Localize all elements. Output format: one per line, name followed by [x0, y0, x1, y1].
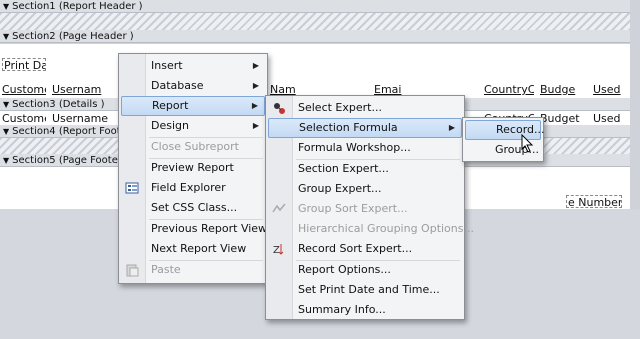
menu-item-label: Group Expert...: [298, 182, 382, 195]
menu-item-label: Select Expert...: [298, 101, 382, 114]
section1-label: Section1 (Report Header ): [12, 1, 143, 12]
menu-item-field-explorer[interactable]: Field Explorer: [121, 178, 265, 198]
menu-item-label: Hierarchical Grouping Options...: [298, 222, 474, 235]
username-header-field[interactable]: Usernam: [52, 83, 102, 96]
menu-item-label: Design: [151, 119, 189, 132]
submenu-arrow-icon: ▶: [252, 121, 259, 130]
menu-item-label: Close Subreport: [151, 140, 239, 153]
group-sort-icon: [272, 202, 286, 216]
menu-item-report[interactable]: Report ▶: [121, 96, 265, 116]
menu-item-design[interactable]: Design ▶: [121, 116, 265, 136]
section4-label: Section4 (Report Footer: [12, 126, 131, 137]
menu-item-formula-workshop[interactable]: Formula Workshop...: [268, 138, 462, 158]
record-sort-icon: Z: [272, 242, 286, 256]
used-detail-field[interactable]: Used: [593, 112, 623, 125]
menu-item-label: Next Report View: [151, 242, 247, 255]
select-expert-icon: [272, 101, 286, 115]
menu-item-database[interactable]: Database ▶: [121, 76, 265, 96]
used-header-field[interactable]: Used: [593, 83, 623, 96]
menu-item-label: Group Sort Expert...: [298, 202, 408, 215]
menu-item-set-print-date[interactable]: Set Print Date and Time...: [268, 280, 462, 300]
menu-item-select-expert[interactable]: Select Expert...: [268, 98, 462, 118]
page-number-field[interactable]: e Number: [566, 195, 622, 208]
paste-icon: [125, 263, 139, 277]
menu-item-label: Set Print Date and Time...: [298, 283, 440, 296]
menu-item-label: Previous Report View: [151, 222, 268, 235]
menu-item-record-sort-expert[interactable]: Z Record Sort Expert...: [268, 239, 462, 259]
menu-item-report-options[interactable]: Report Options...: [268, 260, 462, 280]
collapse-triangle-icon[interactable]: ▼: [3, 2, 9, 11]
submenu-arrow-icon: ▶: [448, 123, 455, 132]
section2-header-bar[interactable]: ▼ Section2 (Page Header ): [0, 30, 630, 43]
menu-item-label: Section Expert...: [298, 162, 389, 175]
menu-item-section-expert[interactable]: Section Expert...: [268, 159, 462, 179]
menu-item-group-sort-expert[interactable]: Group Sort Expert...: [268, 199, 462, 219]
collapse-triangle-icon[interactable]: ▼: [3, 127, 9, 136]
menu-item-preview-report[interactable]: Preview Report: [121, 158, 265, 178]
menu-item-hierarchical-grouping[interactable]: Hierarchical Grouping Options...: [268, 219, 474, 239]
section1-header-bar[interactable]: ▼ Section1 (Report Header ): [0, 0, 630, 13]
menu-item-label: Report Options...: [298, 263, 391, 276]
menu-item-label: Record Sort Expert...: [298, 242, 413, 255]
menu-item-label: Selection Formula: [299, 121, 398, 134]
section1-suppressed-area: [0, 13, 630, 30]
print-date-field[interactable]: Print Dat: [2, 58, 46, 71]
section5-label: Section5 (Page Footer ): [12, 155, 130, 166]
customer-detail-field[interactable]: Custome: [2, 112, 46, 125]
menu-item-label: Insert: [151, 59, 183, 72]
svg-text:Z: Z: [273, 245, 280, 256]
menu-item-close-subreport[interactable]: Close Subreport: [121, 137, 265, 157]
field-explorer-icon: [125, 181, 139, 195]
budget-header-field[interactable]: Budge: [540, 83, 578, 96]
submenu-arrow-icon: ▶: [252, 61, 259, 70]
menu-item-label: Database: [151, 79, 204, 92]
menu-item-next-report-view[interactable]: Next Report View: [121, 239, 265, 259]
menu-item-label: Report: [152, 99, 189, 112]
collapse-triangle-icon[interactable]: ▼: [3, 156, 9, 165]
collapse-triangle-icon[interactable]: ▼: [3, 32, 9, 41]
menu-item-label: Preview Report: [151, 161, 234, 174]
menu-item-insert[interactable]: Insert ▶: [121, 56, 265, 76]
menu-item-label: Field Explorer: [151, 181, 226, 194]
menu-item-label: Summary Info...: [298, 303, 386, 316]
menu-item-selection-formula[interactable]: Selection Formula ▶: [268, 118, 462, 138]
mouse-pointer-icon: [521, 134, 534, 153]
budget-detail-field[interactable]: Budget: [540, 112, 580, 125]
menu-item-set-css-class[interactable]: Set CSS Class...: [121, 198, 265, 218]
menu-item-label: Formula Workshop...: [298, 141, 411, 154]
report-submenu: Select Expert... Selection Formula ▶ Form…: [265, 95, 474, 320]
submenu-arrow-icon: ▶: [252, 81, 259, 90]
menu-item-previous-report-view[interactable]: Previous Report View: [121, 219, 268, 239]
context-menu: Insert ▶ Database ▶ Report ▶ Design ▶ Close …: [118, 53, 268, 284]
menu-item-summary-info[interactable]: Summary Info...: [268, 300, 462, 320]
menu-item-group-expert[interactable]: Group Expert...: [268, 179, 462, 199]
username-detail-field[interactable]: Username: [52, 112, 108, 125]
section2-band[interactable]: Print Dat Custome Usernam Nam Emai Count…: [0, 44, 630, 98]
submenu-arrow-icon: ▶: [251, 101, 258, 110]
menu-item-label: Set CSS Class...: [151, 201, 238, 214]
section2-label: Section2 (Page Header ): [12, 31, 134, 42]
menu-item-label: Paste: [151, 263, 181, 276]
menu-item-paste[interactable]: Paste: [121, 260, 265, 280]
section3-label: Section3 (Details ): [12, 99, 105, 110]
customer-header-field[interactable]: Custome: [2, 83, 46, 96]
country-header-field[interactable]: CountryC: [484, 83, 534, 96]
collapse-triangle-icon[interactable]: ▼: [3, 100, 9, 109]
